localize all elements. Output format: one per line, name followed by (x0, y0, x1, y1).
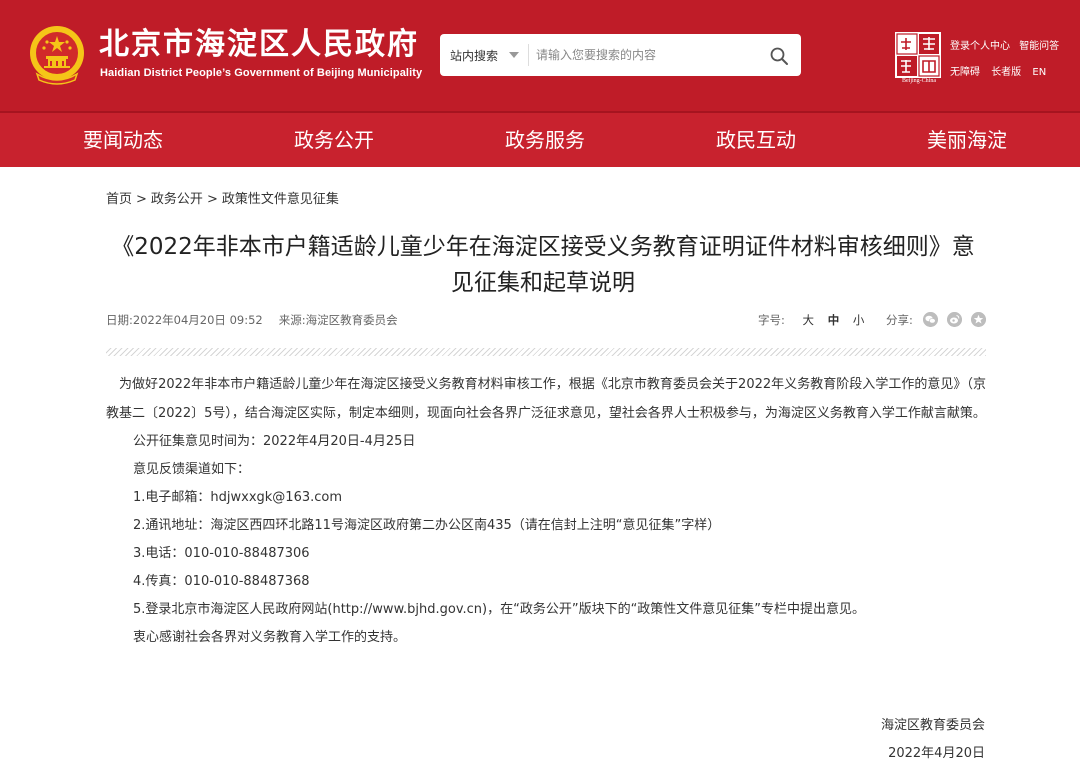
breadcrumb-separator: > (136, 192, 147, 207)
article-intro: 为做好2022年非本市户籍适龄儿童少年在海淀区接受义务教育材料审核工作，根据《北… (106, 377, 986, 421)
search-input[interactable] (536, 40, 756, 70)
signature-org: 海淀区教育委员会 (880, 718, 985, 733)
feedback-website[interactable]: 5.登录北京市海淀区人民政府网站(http://www.bjhd.gov.cn)… (106, 596, 986, 624)
nav-item-news[interactable]: 要闻动态 (68, 113, 178, 167)
elder-mode-link[interactable]: 长者版 (991, 67, 1021, 78)
font-size-small[interactable]: 小 (853, 313, 865, 327)
beijing-logo-icon[interactable] (895, 32, 941, 78)
nav-item-government-affairs[interactable]: 政务公开 (279, 113, 389, 167)
search-divider (528, 44, 529, 66)
article-divider (106, 348, 986, 356)
breadcrumb: 首页 > 政务公开 > 政策性文件意见征集 (106, 188, 339, 207)
article-source: 来源:海淀区教育委员会 (278, 313, 398, 327)
feedback-channels-heading: 意见反馈渠道如下： (133, 462, 251, 477)
article-meta: 日期:2022年04月20日 09:52 来源:海淀区教育委员会 (106, 312, 398, 328)
breadcrumb-government-affairs[interactable]: 政务公开 (151, 192, 203, 207)
closing-thanks: 衷心感谢社会各界对义务教育入学工作的支持。 (133, 630, 407, 645)
breadcrumb-policy-consultation[interactable]: 政策性文件意见征集 (222, 192, 339, 207)
wechat-share-icon[interactable] (923, 312, 938, 327)
feedback-email[interactable]: 1.电子邮箱：hdjwxxgk@163.com (106, 484, 986, 512)
feedback-fax: 4.传真：010-010-88487368 (133, 574, 310, 589)
feedback-phone: 3.电话：010-010-88487306 (133, 546, 310, 561)
site-subtitle: Haidian District People’s Government of … (100, 67, 423, 79)
article-tools: 字号: 大 中 小 分享: (758, 312, 913, 328)
qzone-share-icon[interactable] (971, 312, 986, 327)
font-size-medium[interactable]: 中 (828, 313, 840, 327)
article-date: 日期:2022年04月20日 09:52 (106, 313, 263, 327)
article-title: 《2022年非本市户籍适龄儿童少年在海淀区接受义务教育证明证件材料审核细则》意见… (111, 234, 975, 296)
chevron-down-icon (509, 52, 519, 58)
search-box: 站内搜索 (440, 34, 801, 76)
signature-date: 2022年4月20日 (888, 746, 985, 761)
site-header: 北京市海淀区人民政府 Haidian District People’s Gov… (0, 0, 1080, 113)
top-links-secondary: 无障碍 长者版 EN (950, 63, 1054, 78)
site-title[interactable]: 北京市海淀区人民政府 (99, 26, 419, 64)
signature-block: 海淀区教育委员会 2022年4月20日 (881, 712, 985, 768)
nav-item-beautiful-haidian[interactable]: 美丽海淀 (912, 113, 1022, 167)
english-link[interactable]: EN (1032, 67, 1046, 78)
beijing-logo-caption: Beijing-China (902, 78, 936, 84)
article-body: 为做好2022年非本市户籍适龄儿童少年在海淀区接受义务教育材料审核工作，根据《北… (106, 370, 986, 652)
smart-qa-link[interactable]: 智能问答 (1019, 41, 1059, 52)
feedback-address: 2.通讯地址：海淀区西四环北路11号海淀区政府第二办公区南435（请在信封上注明… (133, 518, 721, 533)
breadcrumb-separator: > (206, 192, 218, 207)
nav-item-services[interactable]: 政务服务 (490, 113, 600, 167)
breadcrumb-home[interactable]: 首页 (106, 192, 132, 207)
share-label: 分享: (886, 313, 913, 327)
search-scope-select[interactable]: 站内搜索 (440, 34, 528, 76)
top-links-primary: 登录个人中心 智能问答 (950, 37, 1065, 52)
main-nav: 要闻动态 政务公开 政务服务 政民互动 美丽海淀 (0, 113, 1080, 167)
search-scope-label: 站内搜索 (450, 48, 499, 63)
search-icon[interactable] (768, 45, 790, 67)
font-size-label: 字号: (758, 313, 785, 327)
weibo-share-icon[interactable] (947, 312, 962, 327)
login-link[interactable]: 登录个人中心 (950, 41, 1010, 52)
nav-item-interaction[interactable]: 政民互动 (701, 113, 811, 167)
accessibility-link[interactable]: 无障碍 (950, 67, 980, 78)
font-size-large[interactable]: 大 (803, 313, 815, 327)
consultation-period: 公开征集意见时间为：2022年4月20日-4月25日 (133, 434, 416, 449)
national-emblem-icon[interactable] (27, 24, 87, 88)
